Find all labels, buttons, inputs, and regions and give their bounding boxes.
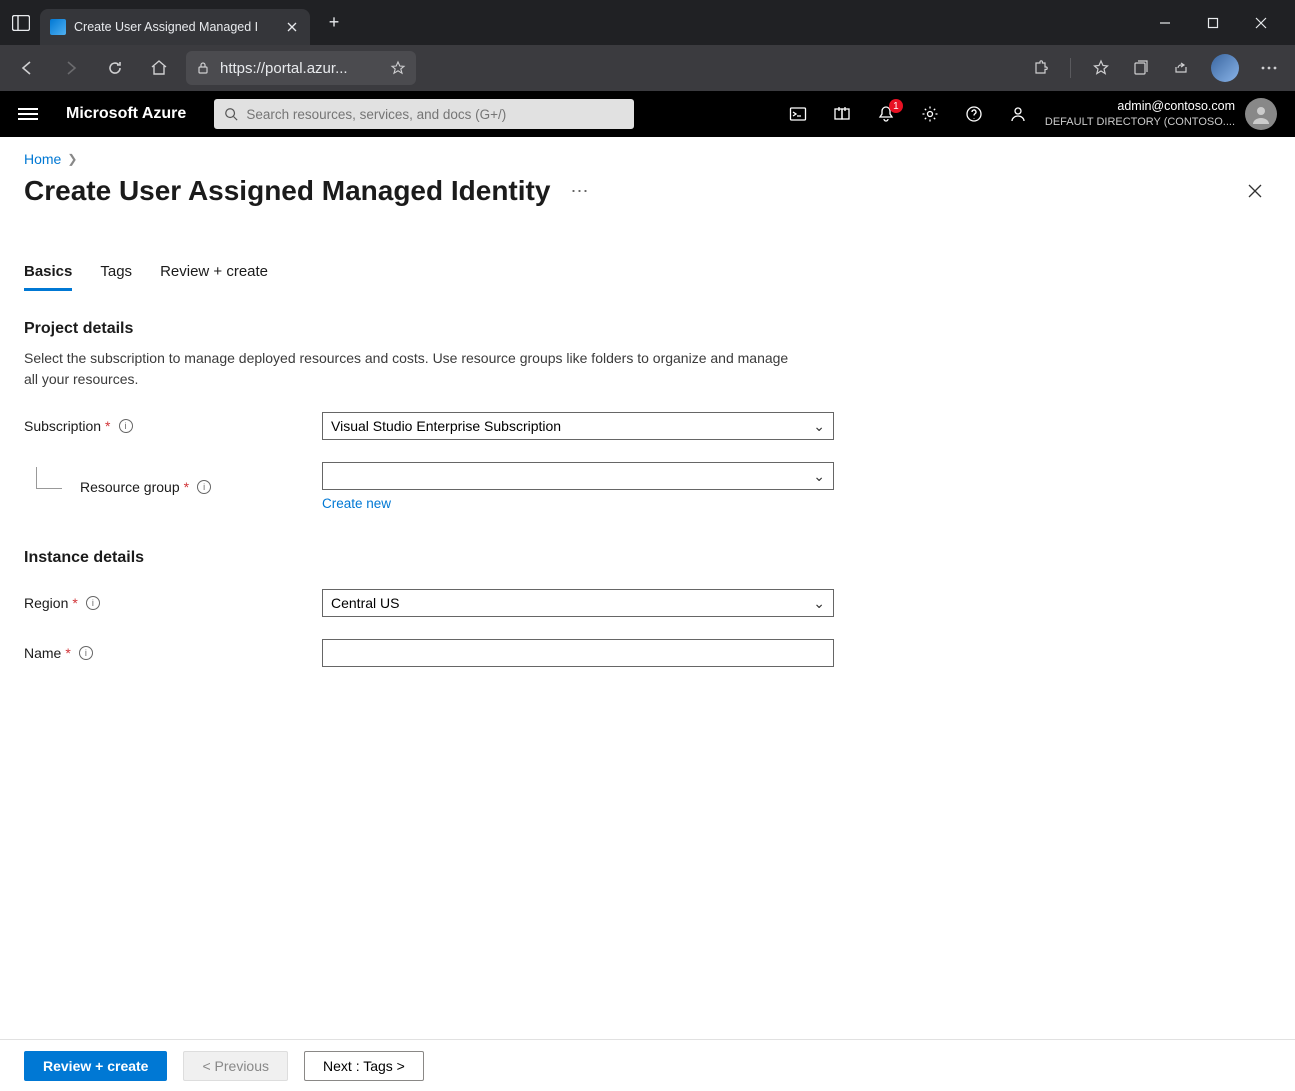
refresh-button[interactable] [98, 51, 132, 85]
instance-details-header: Instance details [24, 549, 1271, 567]
extensions-icon[interactable] [1030, 58, 1050, 78]
search-input[interactable] [246, 107, 624, 122]
browser-title-bar: Create User Assigned Managed I + [0, 0, 1295, 45]
page-content: Home ❯ Create User Assigned Managed Iden… [0, 137, 1295, 1039]
project-details-header: Project details [24, 320, 1271, 338]
region-label: Region * i [24, 595, 322, 611]
notification-badge: 1 [889, 99, 903, 113]
region-select[interactable]: Central US ⌄ [322, 589, 834, 617]
subscription-select[interactable]: Visual Studio Enterprise Subscription ⌄ [322, 412, 834, 440]
profile-avatar[interactable] [1211, 54, 1239, 82]
subscription-label: Subscription * i [24, 418, 322, 434]
lock-icon [196, 61, 210, 75]
chevron-down-icon: ⌄ [813, 468, 825, 485]
info-icon[interactable]: i [79, 646, 93, 660]
info-icon[interactable]: i [86, 596, 100, 610]
next-button[interactable]: Next : Tags > [304, 1051, 424, 1081]
favorite-add-icon[interactable] [390, 60, 406, 76]
feedback-icon[interactable] [1009, 105, 1027, 123]
more-actions-icon[interactable]: ⋯ [570, 181, 590, 202]
window-minimize-icon[interactable] [1155, 13, 1175, 33]
more-icon[interactable] [1259, 58, 1279, 78]
tab-review[interactable]: Review + create [160, 263, 268, 291]
account-directory: DEFAULT DIRECTORY (CONTOSO.... [1045, 116, 1235, 128]
favorites-icon[interactable] [1091, 58, 1111, 78]
chevron-down-icon: ⌄ [813, 595, 825, 612]
indent-line [36, 467, 62, 489]
home-button[interactable] [142, 51, 176, 85]
azure-header: Microsoft Azure 1 admin@contoso.com DEFA… [0, 91, 1295, 137]
breadcrumb-home[interactable]: Home [24, 151, 61, 167]
chevron-right-icon: ❯ [67, 152, 77, 166]
browser-toolbar: https://portal.azur... [0, 45, 1295, 91]
page-title: Create User Assigned Managed Identity [24, 175, 550, 207]
resource-group-select[interactable]: ⌄ [322, 462, 834, 490]
search-icon [224, 107, 238, 121]
share-icon[interactable] [1171, 58, 1191, 78]
required-asterisk: * [184, 479, 189, 495]
chevron-down-icon: ⌄ [813, 418, 825, 435]
azure-brand[interactable]: Microsoft Azure [66, 105, 186, 123]
account-info[interactable]: admin@contoso.com DEFAULT DIRECTORY (CON… [1045, 99, 1235, 129]
review-create-button[interactable]: Review + create [24, 1051, 167, 1081]
tab-basics[interactable]: Basics [24, 263, 72, 291]
tab-close-icon[interactable] [284, 19, 300, 35]
close-blade-icon[interactable] [1247, 183, 1271, 199]
breadcrumb: Home ❯ [24, 151, 1271, 167]
settings-icon[interactable] [921, 105, 939, 123]
search-box[interactable] [214, 99, 634, 129]
project-details-description: Select the subscription to manage deploy… [24, 348, 804, 390]
form-tabs: Basics Tags Review + create [24, 263, 1271, 292]
address-text: https://portal.azur... [220, 60, 348, 77]
account-avatar[interactable] [1245, 98, 1277, 130]
required-asterisk: * [105, 418, 110, 434]
create-new-link[interactable]: Create new [322, 496, 834, 511]
tab-title: Create User Assigned Managed I [74, 20, 278, 34]
window-close-icon[interactable] [1251, 13, 1271, 33]
info-icon[interactable]: i [197, 480, 211, 494]
sidebar-toggle-icon[interactable] [10, 12, 32, 34]
back-button[interactable] [10, 51, 44, 85]
address-bar[interactable]: https://portal.azur... [186, 51, 416, 85]
account-email: admin@contoso.com [1045, 99, 1235, 114]
toolbar-divider [1070, 58, 1071, 78]
tab-tags[interactable]: Tags [100, 263, 132, 291]
name-input[interactable] [322, 639, 834, 667]
info-icon[interactable]: i [119, 419, 133, 433]
window-maximize-icon[interactable] [1203, 13, 1223, 33]
menu-button[interactable] [18, 108, 38, 120]
notifications-icon[interactable]: 1 [877, 105, 895, 123]
form-footer: Review + create < Previous Next : Tags > [0, 1039, 1295, 1091]
azure-favicon [50, 19, 66, 35]
name-label: Name * i [24, 645, 322, 661]
new-tab-button[interactable]: + [320, 9, 348, 37]
required-asterisk: * [65, 645, 70, 661]
browser-tab[interactable]: Create User Assigned Managed I [40, 9, 310, 45]
collections-icon[interactable] [1131, 58, 1151, 78]
help-icon[interactable] [965, 105, 983, 123]
resource-group-label: Resource group * i [24, 479, 322, 495]
forward-button[interactable] [54, 51, 88, 85]
directories-icon[interactable] [833, 105, 851, 123]
cloud-shell-icon[interactable] [789, 105, 807, 123]
previous-button: < Previous [183, 1051, 288, 1081]
required-asterisk: * [72, 595, 77, 611]
